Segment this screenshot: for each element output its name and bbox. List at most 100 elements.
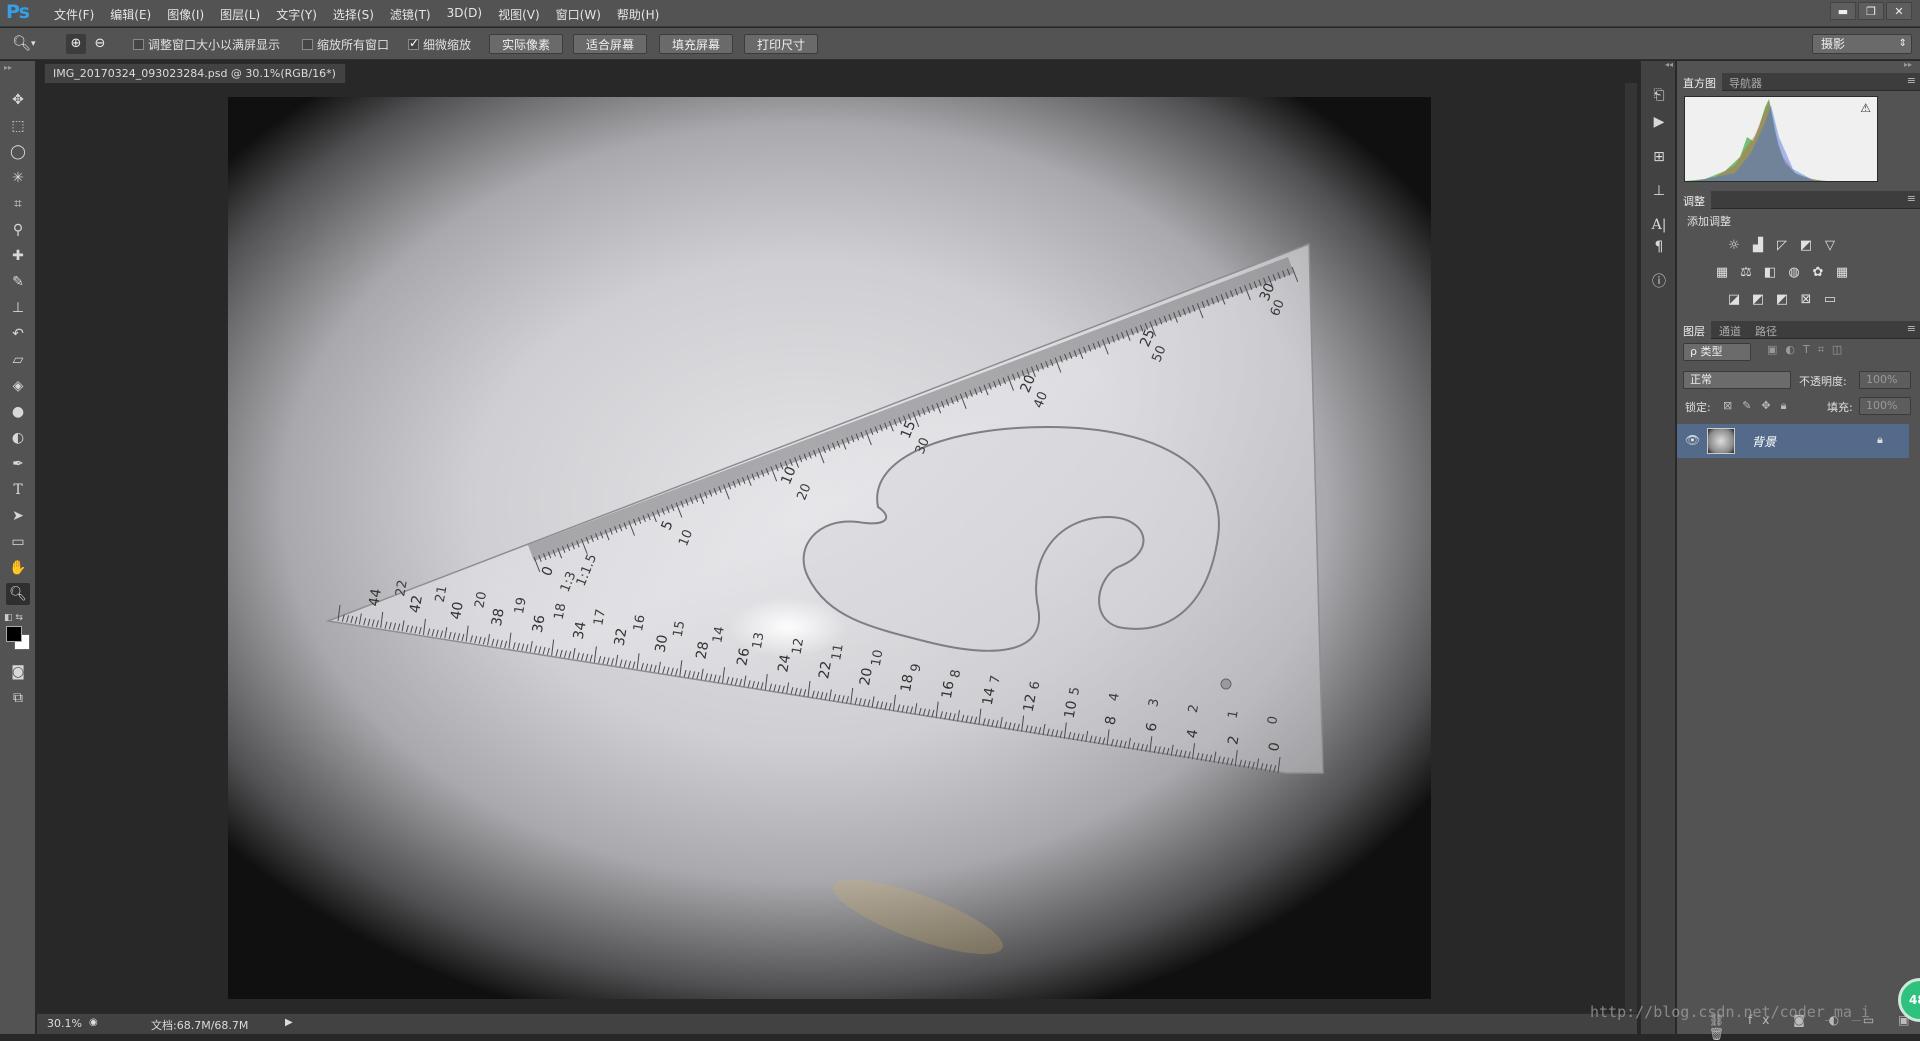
- scrubby-zoom-checkbox[interactable]: [408, 36, 419, 50]
- black-white-icon[interactable]: ◧: [1761, 264, 1779, 280]
- menu-item[interactable]: 图层(L): [212, 6, 268, 23]
- document-canvas[interactable]: 0 2 4 6 8 10 12 14 16 18 20 22 24 26 28 30 32 34 36 38 40 42 4…: [228, 97, 1431, 999]
- scrubby-zoom-option[interactable]: 细微缩放: [408, 36, 471, 53]
- brightness-contrast-icon[interactable]: ☼: [1725, 237, 1743, 253]
- color-lookup-icon[interactable]: ▦: [1833, 264, 1851, 280]
- status-menu-arrow-icon[interactable]: ▶: [285, 1017, 293, 1028]
- zoom-in-icon[interactable]: ⊕: [66, 34, 86, 54]
- collapse-strip-icon[interactable]: ◂◂: [1665, 60, 1673, 69]
- zoom-all-windows-checkbox[interactable]: [302, 39, 313, 50]
- hand-tool-icon[interactable]: ✋: [6, 557, 30, 579]
- menu-item[interactable]: 编辑(E): [102, 6, 159, 23]
- zoom-tool-preset-icon[interactable]: 🔍︎▾: [12, 34, 52, 54]
- tab-layers[interactable]: 图层: [1677, 321, 1711, 339]
- brush-presets-panel-icon[interactable]: ⊞: [1649, 147, 1669, 167]
- hue-saturation-icon[interactable]: ▦: [1713, 264, 1731, 280]
- pen-tool-icon[interactable]: ✒: [6, 453, 30, 475]
- actions-panel-icon[interactable]: ▶: [1649, 112, 1669, 132]
- paint-bucket-tool-icon[interactable]: ◈: [6, 375, 30, 397]
- opacity-field[interactable]: 100%: [1859, 371, 1911, 389]
- tab-channels[interactable]: 通道: [1713, 321, 1747, 339]
- document-tab[interactable]: IMG_20170324_093023284.psd @ 30.1%(RGB/1…: [44, 63, 346, 93]
- magic-wand-tool-icon[interactable]: ✳: [6, 167, 30, 189]
- menu-item[interactable]: 文字(Y): [268, 6, 325, 23]
- foreground-color-swatch[interactable]: [6, 626, 22, 642]
- eyedropper-tool-icon[interactable]: ⚲: [6, 219, 30, 241]
- dodge-tool-icon[interactable]: ◐: [6, 427, 30, 449]
- rectangle-tool-icon[interactable]: ▭: [6, 531, 30, 553]
- color-balance-icon[interactable]: ⚖: [1737, 264, 1755, 280]
- actual-pixels-button[interactable]: 实际像素: [489, 34, 563, 54]
- menu-item[interactable]: 文件(F): [46, 6, 102, 23]
- channel-mixer-icon[interactable]: ✿: [1809, 264, 1827, 280]
- layer-row-background[interactable]: 👁︎ 背景 🔒︎: [1677, 424, 1909, 458]
- layers-panel-menu-icon[interactable]: ≡: [1907, 322, 1916, 335]
- invert-icon[interactable]: ◪: [1725, 291, 1743, 307]
- quick-mask-icon[interactable]: ◙: [6, 661, 30, 683]
- layer-lock-icon[interactable]: 🔒︎: [1877, 433, 1883, 447]
- minimize-button[interactable]: ▬: [1830, 2, 1856, 20]
- exposure-icon[interactable]: ◩: [1797, 237, 1815, 253]
- crop-tool-icon[interactable]: ⌗: [6, 193, 30, 215]
- info-panel-icon[interactable]: ⓘ: [1649, 271, 1669, 291]
- lasso-tool-icon[interactable]: ◯: [6, 141, 30, 163]
- menu-item[interactable]: 3D(D): [439, 6, 490, 23]
- clone-source-panel-icon[interactable]: ⊥: [1649, 181, 1669, 201]
- gradient-map-icon[interactable]: ▭: [1821, 291, 1839, 307]
- fill-screen-button[interactable]: 填充屏幕: [659, 34, 733, 54]
- type-tool-icon[interactable]: T: [6, 479, 30, 501]
- resize-windows-option[interactable]: 调整窗口大小以满屏显示: [133, 36, 280, 53]
- adjustments-panel-menu-icon[interactable]: ≡: [1907, 192, 1916, 205]
- eraser-tool-icon[interactable]: ▱: [6, 349, 30, 371]
- tab-paths[interactable]: 路径: [1749, 321, 1783, 339]
- restore-button[interactable]: ❐: [1858, 2, 1884, 20]
- marquee-tool-icon[interactable]: ⬚: [6, 115, 30, 137]
- layer-filter-icons[interactable]: ▣◐T⌗◫: [1767, 343, 1850, 357]
- workspace-select[interactable]: 摄影: [1812, 34, 1912, 54]
- selective-color-icon[interactable]: ⊠: [1797, 291, 1815, 307]
- character-panel-icon[interactable]: A|: [1649, 215, 1669, 235]
- zoom-level[interactable]: 30.1%: [47, 1017, 82, 1030]
- collapse-toolbar-icon[interactable]: ▸▸: [4, 63, 12, 72]
- brush-tool-icon[interactable]: ✎: [6, 271, 30, 293]
- layer-name[interactable]: 背景: [1752, 433, 1776, 450]
- zoom-all-windows-option[interactable]: 缩放所有窗口: [302, 36, 389, 53]
- zoom-out-icon[interactable]: ⊖: [90, 34, 110, 54]
- threshold-icon[interactable]: ◩: [1773, 291, 1791, 307]
- zoom-tool-icon[interactable]: 🔍︎: [6, 583, 30, 605]
- clone-stamp-tool-icon[interactable]: ⊥: [6, 297, 30, 319]
- levels-icon[interactable]: ▟: [1749, 237, 1767, 253]
- menu-item[interactable]: 帮助(H): [609, 6, 667, 23]
- menu-item[interactable]: 滤镜(T): [382, 6, 439, 23]
- blend-mode-select[interactable]: 正常: [1683, 371, 1791, 389]
- menu-item[interactable]: 图像(I): [159, 6, 212, 23]
- screen-mode-icon[interactable]: ⧉: [6, 687, 30, 709]
- menu-item[interactable]: 视图(V): [490, 6, 548, 23]
- menu-item[interactable]: 选择(S): [325, 6, 382, 23]
- menu-item[interactable]: 窗口(W): [548, 6, 609, 23]
- status-share-icon[interactable]: ◉: [89, 1017, 98, 1028]
- canvas-vertical-scrollbar[interactable]: [1625, 83, 1637, 1013]
- print-size-button[interactable]: 打印尺寸: [744, 34, 818, 54]
- photo-filter-icon[interactable]: ◍: [1785, 264, 1803, 280]
- fit-screen-button[interactable]: 适合屏幕: [573, 34, 647, 54]
- posterize-icon[interactable]: ◩: [1749, 291, 1767, 307]
- healing-brush-tool-icon[interactable]: ✚: [6, 245, 30, 267]
- lock-options-icons[interactable]: ⊠✎✥🔒︎: [1723, 399, 1797, 413]
- cache-warning-icon[interactable]: ⚠: [1860, 101, 1871, 115]
- fill-field[interactable]: 100%: [1859, 397, 1911, 415]
- path-selection-tool-icon[interactable]: ➤: [6, 505, 30, 527]
- layer-filter-kind-select[interactable]: ρ 类型: [1683, 343, 1751, 361]
- tab-histogram[interactable]: 直方图: [1677, 73, 1722, 91]
- blur-tool-icon[interactable]: ●: [6, 401, 30, 423]
- visibility-eye-icon[interactable]: 👁︎: [1685, 433, 1700, 447]
- tab-adjustments[interactable]: 调整: [1677, 191, 1711, 209]
- resize-windows-checkbox[interactable]: [133, 39, 144, 50]
- paragraph-panel-icon[interactable]: ¶: [1649, 237, 1669, 257]
- collapse-dock-icon[interactable]: ▸▸: [1904, 60, 1912, 69]
- tab-navigator[interactable]: 导航器: [1723, 73, 1768, 91]
- histogram-panel-menu-icon[interactable]: ≡: [1907, 74, 1916, 87]
- move-tool-icon[interactable]: ✥: [6, 89, 30, 111]
- default-colors-icon[interactable]: ◧ ⇆: [4, 613, 23, 623]
- vibrance-icon[interactable]: ▽: [1821, 237, 1839, 253]
